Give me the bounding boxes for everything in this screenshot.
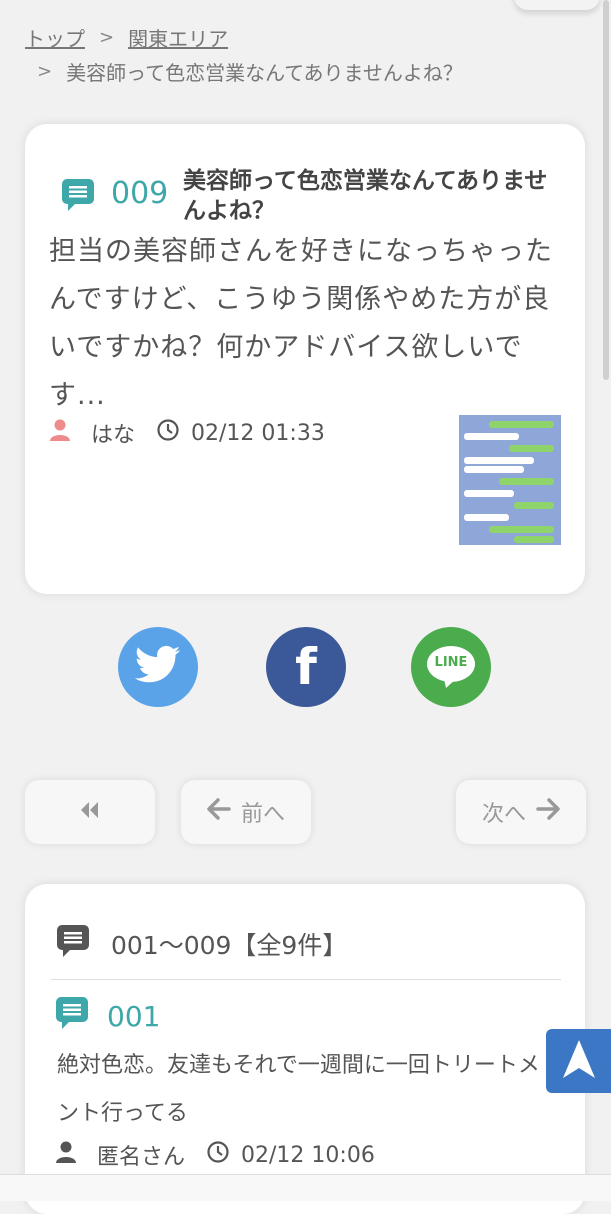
facebook-icon: f: [295, 638, 317, 696]
breadcrumb-current: 美容師って色恋営業なんてありませんよね？: [66, 60, 463, 85]
post-meta: はな 02/12 01:33: [49, 418, 325, 448]
line-label: LINE: [434, 655, 468, 670]
breadcrumb: トップ > 関東エリア > 美容師って色恋営業なんてありませんよね？: [25, 22, 463, 88]
reply-datetime: 02/12 10:06: [241, 1142, 375, 1168]
double-chevron-left-icon: [78, 800, 102, 825]
share-twitter-button[interactable]: [118, 627, 198, 707]
comment-icon: [55, 996, 89, 1037]
next-page-button[interactable]: 次へ: [456, 780, 586, 844]
comment-icon: [55, 924, 91, 964]
bottom-bar: [0, 1174, 611, 1201]
comment-icon: [61, 178, 95, 216]
post-card: 009 美容師って色恋営業なんてありませんよね？ 担当の美容師さんを好きになっち…: [25, 124, 585, 594]
post-thumbnail-image[interactable]: [459, 415, 561, 545]
user-icon: [49, 419, 71, 447]
next-label: 次へ: [481, 802, 526, 827]
twitter-bird-icon: [134, 645, 181, 689]
breadcrumb-home-link[interactable]: トップ: [25, 23, 85, 52]
post-body: 担当の美容師さんを好きになっちゃったんですけど、こうゆう関係やめた方が良いですか…: [49, 236, 553, 411]
back-to-top-button[interactable]: [546, 1029, 611, 1093]
post-header: 009 美容師って色恋営業なんてありませんよね？: [61, 166, 551, 226]
breadcrumb-area-link[interactable]: 関東エリア: [128, 23, 228, 52]
replies-range: 001〜009【全9件】: [111, 931, 348, 960]
post-number: 009: [111, 176, 169, 211]
arrow-right-icon: [536, 798, 560, 826]
reply-meta: 匿名さん 02/12 10:06: [55, 1139, 375, 1171]
header-tab: [514, 0, 600, 10]
breadcrumb-separator: >: [37, 60, 53, 82]
scrollbar[interactable]: [603, 0, 609, 380]
clock-icon: [207, 1141, 229, 1169]
replies-card: 001〜009【全9件】 001 絶対色恋。友達もそれで一週間に一回トリートメン…: [25, 884, 585, 1214]
line-icon: LINE: [426, 645, 476, 689]
share-line-button[interactable]: LINE: [411, 627, 491, 707]
post-datetime: 02/12 01:33: [191, 420, 325, 446]
breadcrumb-separator: >: [99, 26, 115, 48]
divider: [51, 979, 561, 980]
arrow-up-icon: [561, 1038, 597, 1084]
prev-page-button[interactable]: 前へ: [181, 780, 311, 844]
reply-header: 001: [55, 996, 160, 1037]
share-facebook-button[interactable]: f: [266, 627, 346, 707]
post-title: 美容師って色恋営業なんてありませんよね？: [183, 168, 548, 224]
reply-author: 匿名さん: [97, 1145, 186, 1170]
arrow-left-icon: [207, 798, 231, 826]
prev-label: 前へ: [240, 802, 285, 827]
first-page-button[interactable]: [25, 780, 155, 844]
reply-number: 001: [107, 1000, 161, 1033]
post-author: はな: [91, 423, 136, 448]
reply-body: 絶対色恋。友達もそれで一週間に一回トリートメント行ってる: [57, 1053, 540, 1126]
user-icon: [55, 1141, 77, 1169]
clock-icon: [157, 419, 179, 447]
replies-header: 001〜009【全9件】: [55, 924, 347, 964]
